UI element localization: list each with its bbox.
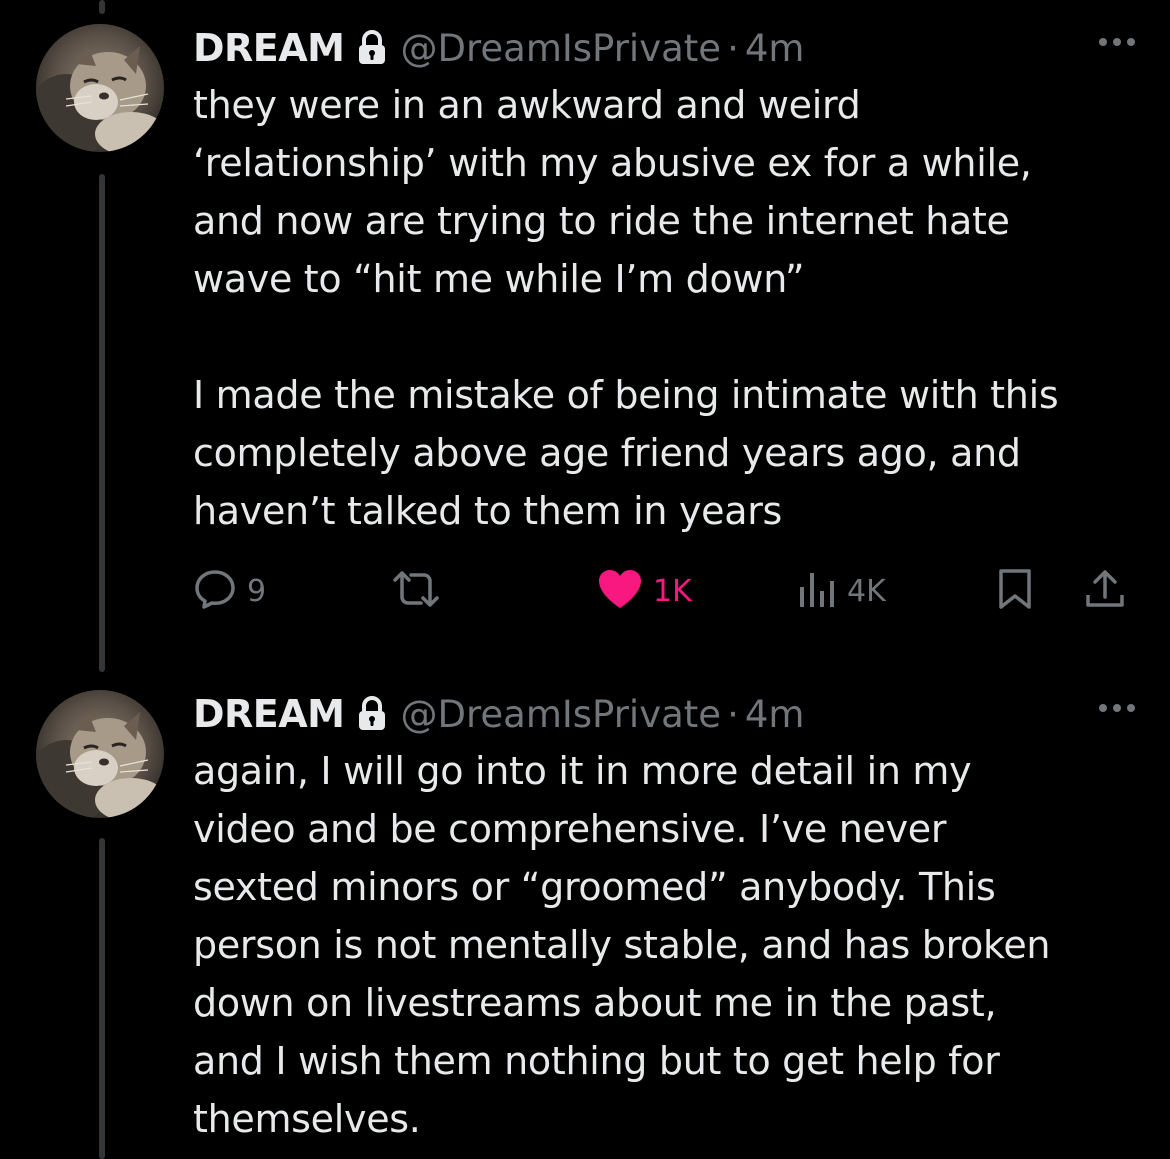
tweet-header: DREAM @DreamIsPrivate · 4m <box>193 686 804 742</box>
timestamp[interactable]: 4m <box>745 27 805 70</box>
reply-button[interactable]: 9 <box>193 563 266 619</box>
tweet-text: they were in an awkward and weird ‘relat… <box>193 83 1059 533</box>
bookmark-button[interactable] <box>995 563 1035 619</box>
lock-icon <box>357 30 387 66</box>
heart-filled-icon <box>597 568 643 614</box>
retweet-button[interactable] <box>391 563 441 619</box>
separator-dot: · <box>727 26 739 70</box>
display-name[interactable]: DREAM <box>193 26 345 70</box>
views-chart-icon <box>797 567 837 615</box>
display-name[interactable]: DREAM <box>193 692 345 736</box>
reply-icon <box>193 567 237 615</box>
share-button[interactable] <box>1083 563 1127 619</box>
avatar[interactable] <box>36 690 164 818</box>
bookmark-icon <box>995 567 1035 615</box>
tweet-text: again, I will go into it in more detail … <box>193 749 1051 1141</box>
view-count: 4K <box>847 573 886 609</box>
tweet-header: DREAM @DreamIsPrivate · 4m <box>193 20 804 76</box>
avatar[interactable] <box>36 24 164 152</box>
reply-count: 9 <box>247 573 267 609</box>
like-button[interactable]: 1K <box>597 563 692 619</box>
like-count: 1K <box>653 573 692 609</box>
retweet-icon <box>391 567 441 615</box>
timestamp[interactable]: 4m <box>745 693 805 736</box>
handle[interactable]: @DreamIsPrivate <box>401 693 722 736</box>
views-button[interactable]: 4K <box>797 563 886 619</box>
more-options-icon[interactable] <box>1096 700 1138 714</box>
tweet-1[interactable]: DREAM @DreamIsPrivate · 4m they were in … <box>0 20 1170 640</box>
lock-icon <box>357 696 387 732</box>
share-icon <box>1083 567 1127 615</box>
separator-dot: · <box>727 692 739 736</box>
more-options-icon[interactable] <box>1096 34 1138 48</box>
tweet-actions: 9 1K 4K <box>193 563 1133 619</box>
handle[interactable]: @DreamIsPrivate <box>401 27 722 70</box>
thread-connector-top <box>99 0 105 14</box>
tweet-2[interactable]: DREAM @DreamIsPrivate · 4m again, I will… <box>0 686 1170 1159</box>
